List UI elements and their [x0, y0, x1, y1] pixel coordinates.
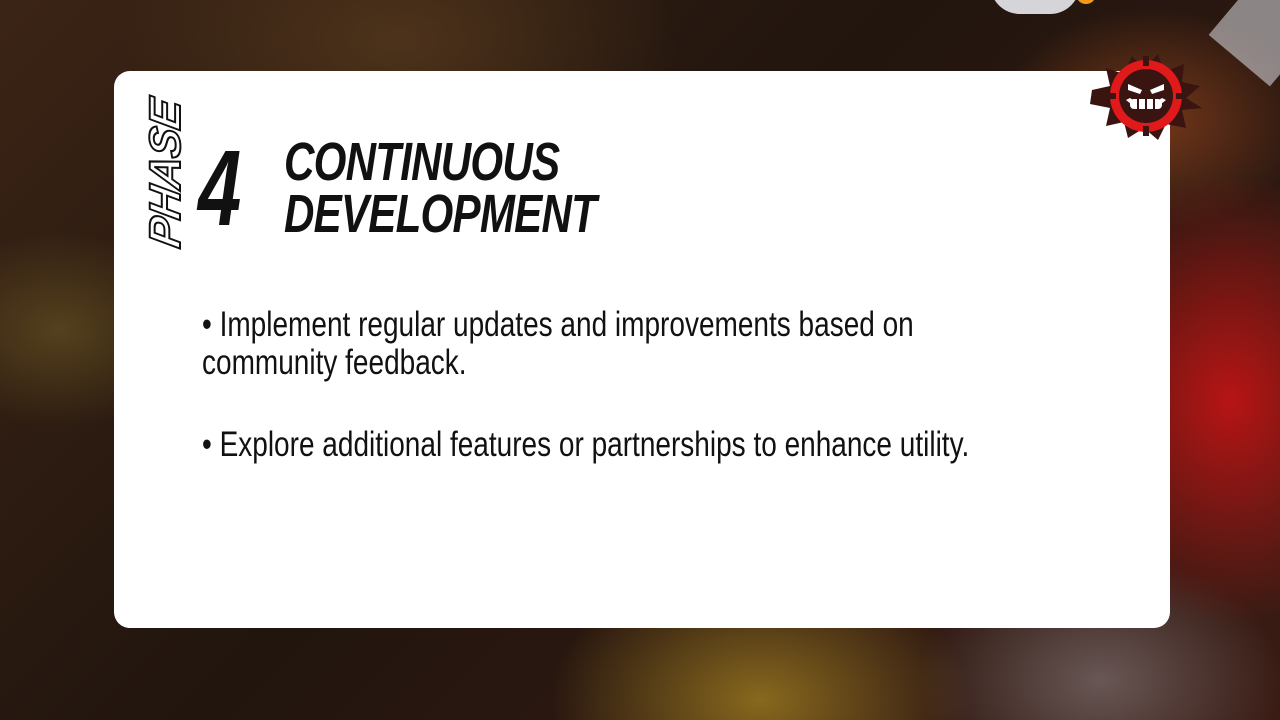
- phase-label: PHASE: [140, 95, 191, 252]
- badge-face: [1119, 69, 1173, 123]
- phase-title-line-2: DEVELOPMENT: [284, 184, 597, 244]
- phase-title-line-1: CONTINUOUS: [284, 132, 560, 192]
- bullet-list: • Implement regular updates and improvem…: [202, 306, 1162, 508]
- badge-notch-top: [1143, 56, 1149, 66]
- phase-number: 4: [198, 127, 242, 248]
- bullet-item: • Explore additional features or partner…: [202, 426, 1162, 464]
- bullet-item: • Implement regular updates and improvem…: [202, 306, 1162, 382]
- bullet-text: • Implement regular updates and improvem…: [202, 305, 914, 344]
- phase-title: CONTINUOUS DEVELOPMENT: [284, 132, 597, 244]
- angry-grin-face-icon: [1090, 54, 1202, 140]
- bullet-text: community feedback.: [202, 343, 467, 382]
- badge-notch-right: [1176, 93, 1186, 99]
- bullet-text: • Explore additional features or partner…: [202, 425, 970, 464]
- badge-notch-bottom: [1143, 126, 1149, 136]
- badge-notch-left: [1106, 93, 1116, 99]
